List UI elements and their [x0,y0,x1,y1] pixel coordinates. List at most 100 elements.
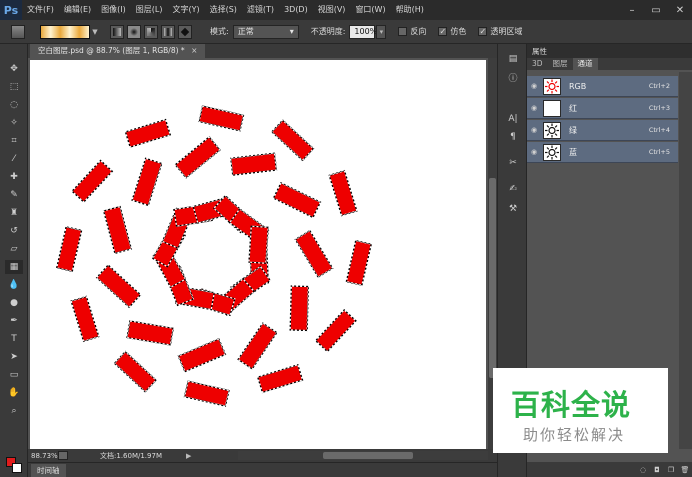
reflected-gradient-button[interactable] [161,24,175,39]
channel-row-rgb[interactable]: ◉ RGB Ctrl+2 [527,76,678,97]
zoom-readout[interactable]: 88.73% [28,452,58,460]
channel-row-green[interactable]: ◉ 绿 Ctrl+4 [527,120,678,141]
document-size-info: 文档:1.60M/1.97M [100,451,162,460]
watermark-title: 百科全说 [511,388,632,422]
minimize-button[interactable]: – [620,0,644,20]
crop-icon[interactable]: ⌗ [5,134,23,148]
tool-preset-picker[interactable] [4,22,32,42]
channel-name: 蓝 [569,147,577,157]
dodge-icon[interactable]: ● [5,296,23,310]
document-canvas[interactable] [30,60,486,449]
background-color-swatch[interactable] [12,463,22,473]
info-panel-icon[interactable]: ⓘ [505,70,521,84]
hand-icon[interactable]: ✋ [5,386,23,400]
marquee-icon[interactable]: ⬚ [5,80,23,94]
move-icon[interactable]: ✥ [5,62,23,76]
tools-presets-icon[interactable]: ✂ [505,156,521,170]
channel-row-red[interactable]: ◉ 红 Ctrl+3 [527,98,678,119]
close-icon[interactable]: × [191,46,197,55]
eye-icon[interactable]: ◉ [527,98,541,119]
linear-gradient-button[interactable] [110,24,124,39]
timeline-panel-bar: 时间轴 [28,462,497,477]
reverse-label: 反向 [410,27,427,36]
opacity-input[interactable]: 100% [349,24,378,39]
reverse-checkbox[interactable] [398,27,408,36]
panel-scrollbar[interactable] [679,72,692,449]
gradient-icon[interactable]: ▦ [5,260,23,274]
menu-layer[interactable]: 图层(L) [131,0,168,20]
horizontal-scroll-thumb[interactable] [323,452,413,459]
canvas-area[interactable] [28,58,488,449]
type-icon[interactable]: T [5,332,23,346]
eye-icon[interactable]: ◉ [527,76,541,97]
options-bar: ▼ 模式: 正常 ▾ 不透明度: 100% ▾ 反向 ✓ 仿色 ✓ 透明区域 [0,20,692,44]
zoom-icon[interactable]: ⌕ [5,404,23,418]
menu-view[interactable]: 视图(V) [313,0,351,20]
vertical-scroll-thumb[interactable] [489,178,496,378]
menu-edit[interactable]: 编辑(E) [59,0,96,20]
eye-icon[interactable]: ◉ [527,120,541,141]
brush-icon[interactable]: ✎ [5,188,23,202]
eraser-icon[interactable]: ▱ [5,242,23,256]
inner-ring-tile [248,225,269,264]
magic-wand-icon[interactable]: ✧ [5,116,23,130]
horizontal-scrollbar[interactable] [238,451,488,460]
load-selection-icon[interactable]: ◌ [636,465,650,475]
pen-icon[interactable]: ✒ [5,314,23,328]
chevron-down-icon[interactable]: ▾ [376,24,387,39]
new-channel-icon[interactable]: ❐ [664,465,678,475]
mode-label: 模式: [210,27,229,36]
channel-shortcut: Ctrl+3 [648,104,670,112]
radial-gradient-button[interactable] [127,24,141,39]
menu-select[interactable]: 选择(S) [205,0,242,20]
opacity-value: 100% [354,27,378,36]
healing-brush-icon[interactable]: ✚ [5,170,23,184]
channel-thumbnail [543,143,561,161]
save-selection-icon[interactable]: ◘ [650,465,664,475]
channel-shortcut: Ctrl+5 [648,148,670,156]
eyedropper-icon[interactable]: ⁄ [5,152,23,166]
paragraph-panel-icon[interactable]: ¶ [505,130,521,144]
export-icon[interactable] [58,451,68,460]
shape-icon[interactable]: ▭ [5,368,23,382]
menu-image[interactable]: 图像(I) [96,0,131,20]
status-bar: 88.73% 文档:1.60M/1.97M ▶ [28,449,497,462]
status-menu-arrow-icon[interactable]: ▶ [186,452,200,460]
menu-window[interactable]: 窗口(W) [350,0,390,20]
mode-select[interactable]: 正常 ▾ [232,24,299,39]
close-button[interactable]: ✕ [668,0,692,20]
lasso-icon[interactable]: ◌ [5,98,23,112]
eye-icon[interactable]: ◉ [527,142,541,163]
angle-gradient-button[interactable] [144,24,158,39]
delete-channel-icon[interactable]: 🗑 [678,465,692,475]
panel-footer: ◌ ◘ ❐ 🗑 [527,462,692,477]
dither-checkbox[interactable]: ✓ [438,27,448,36]
tab-3d[interactable]: 3D [527,58,548,70]
watermark-box: 百科全说 助你轻松解决 [493,368,668,453]
menu-file[interactable]: 文件(F) [22,0,59,20]
adjustments-icon[interactable]: ⚒ [505,202,521,216]
transparency-checkbox[interactable]: ✓ [478,27,488,36]
tab-channels[interactable]: 通道 [572,58,598,70]
path-select-icon[interactable]: ➤ [5,350,23,364]
document-tab[interactable]: 空白图层.psd @ 88.7% (图层 1, RGB/8) * × [30,44,206,58]
gradient-picker[interactable] [40,24,90,39]
tab-layers[interactable]: 图层 [548,58,573,70]
menu-type[interactable]: 文字(Y) [167,0,204,20]
menu-help[interactable]: 帮助(H) [391,0,429,20]
channel-row-blue[interactable]: ◉ 蓝 Ctrl+5 [527,142,678,163]
photoshop-logo: Ps [0,0,22,20]
brush-presets-icon[interactable]: ✍ [505,182,521,196]
blur-icon[interactable]: 💧 [5,278,23,292]
history-panel-icon[interactable]: ▤ [505,52,521,66]
menu-3d[interactable]: 3D(D) [279,0,313,20]
menu-filter[interactable]: 滤镜(T) [242,0,279,20]
maximize-button[interactable]: ▭ [644,0,668,20]
properties-header[interactable]: 属性 [527,44,692,58]
diamond-gradient-button[interactable] [178,24,192,39]
chevron-down-icon[interactable]: ▼ [90,25,100,39]
timeline-tab[interactable]: 时间轴 [31,464,66,477]
history-brush-icon[interactable]: ↺ [5,224,23,238]
character-panel-icon[interactable]: A| [505,112,521,126]
clone-stamp-icon[interactable]: ♜ [5,206,23,220]
